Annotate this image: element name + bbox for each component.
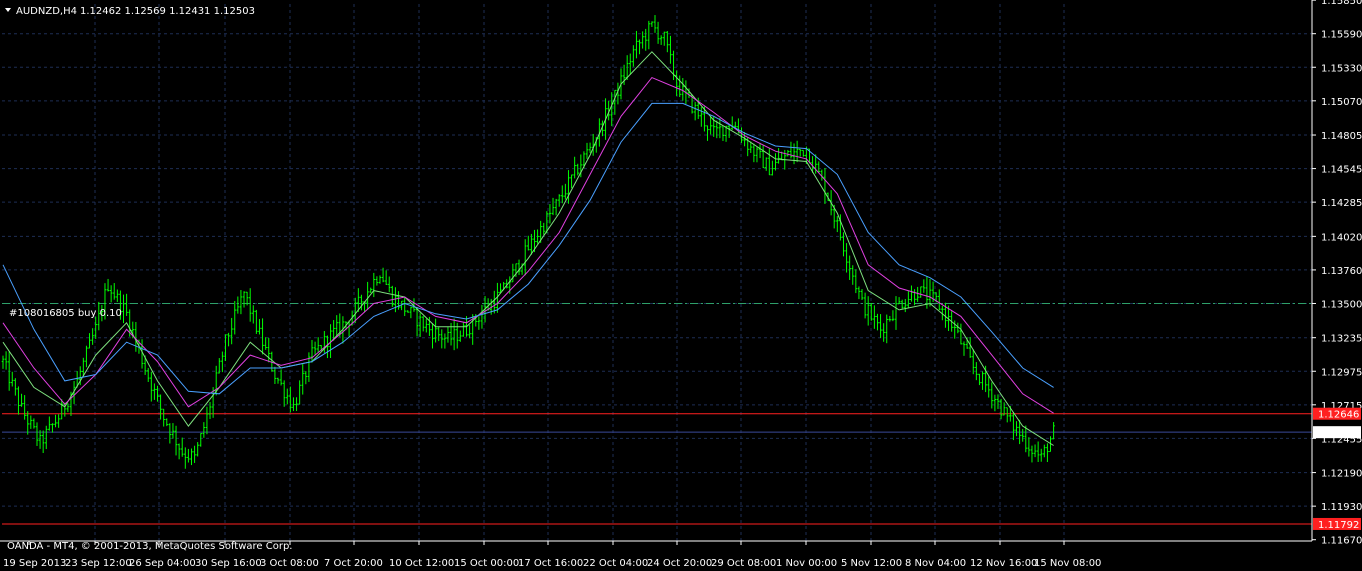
x-tick-label: 15 Oct 00:00 (454, 558, 519, 569)
price-chart[interactable]: 1.15850 1.15590 1.15330 1.15070 1.14805 1.145… (0, 0, 1362, 571)
y-tick-label: 1.14020 (1321, 232, 1362, 243)
y-tick-label: 1.11930 (1321, 502, 1362, 513)
x-tick-label: 29 Oct 08:00 (711, 558, 776, 569)
bid-price-label: 1.12503 (1318, 428, 1359, 439)
x-tick-label: 12 Nov 16:00 (970, 558, 1037, 569)
y-tick-label: 1.13760 (1321, 266, 1362, 277)
y-tick-label: 1.11670 (1321, 536, 1362, 547)
x-tick-label: 7 Oct 20:00 (324, 558, 383, 569)
y-tick-label: 1.12190 (1321, 469, 1362, 480)
y-tick-label: 1.14545 (1321, 165, 1362, 176)
y-tick-label: 1.12975 (1321, 367, 1362, 378)
ohlc-values: 1.12462 1.12569 1.12431 1.12503 (80, 6, 255, 17)
x-tick-label: 22 Oct 04:00 (583, 558, 648, 569)
x-tick-label: 23 Sep 12:00 (65, 558, 132, 569)
y-tick-label: 1.14285 (1321, 198, 1362, 209)
y-tick-label: 1.15590 (1321, 30, 1362, 41)
red-level-label: 1.12646 (1318, 410, 1359, 421)
y-tick-label: 1.13500 (1321, 299, 1362, 310)
x-tick-label: 3 Oct 08:00 (260, 558, 319, 569)
x-tick-label: 15 Nov 08:00 (1034, 558, 1101, 569)
x-tick-label: 19 Sep 2013 (3, 558, 66, 569)
y-tick-label: 1.14805 (1321, 131, 1362, 142)
x-tick-label: 24 Oct 20:00 (647, 558, 712, 569)
red-level-label: 1.11792 (1318, 520, 1359, 531)
copyright-text: OANDA - MT4, © 2001-2013, MetaQuotes Sof… (7, 541, 292, 552)
y-tick-label: 1.13235 (1321, 334, 1362, 345)
y-tick-label: 1.15070 (1321, 97, 1362, 108)
x-tick-label: 26 Sep 04:00 (129, 558, 196, 569)
x-tick-label: 10 Oct 12:00 (389, 558, 454, 569)
x-tick-label: 8 Nov 04:00 (905, 558, 966, 569)
x-tick-label: 30 Sep 16:00 (195, 558, 262, 569)
order-line-label[interactable]: #108016805 buy 0.10 (9, 308, 122, 319)
x-tick-label: 5 Nov 12:00 (841, 558, 902, 569)
x-tick-label: 1 Nov 00:00 (776, 558, 837, 569)
chart-background (0, 0, 1362, 571)
y-tick-label: 1.15330 (1321, 63, 1362, 74)
symbol-label: AUDNZD,H4 (16, 6, 77, 17)
y-tick-label: 1.15850 (1321, 0, 1362, 7)
x-tick-label: 17 Oct 16:00 (518, 558, 583, 569)
